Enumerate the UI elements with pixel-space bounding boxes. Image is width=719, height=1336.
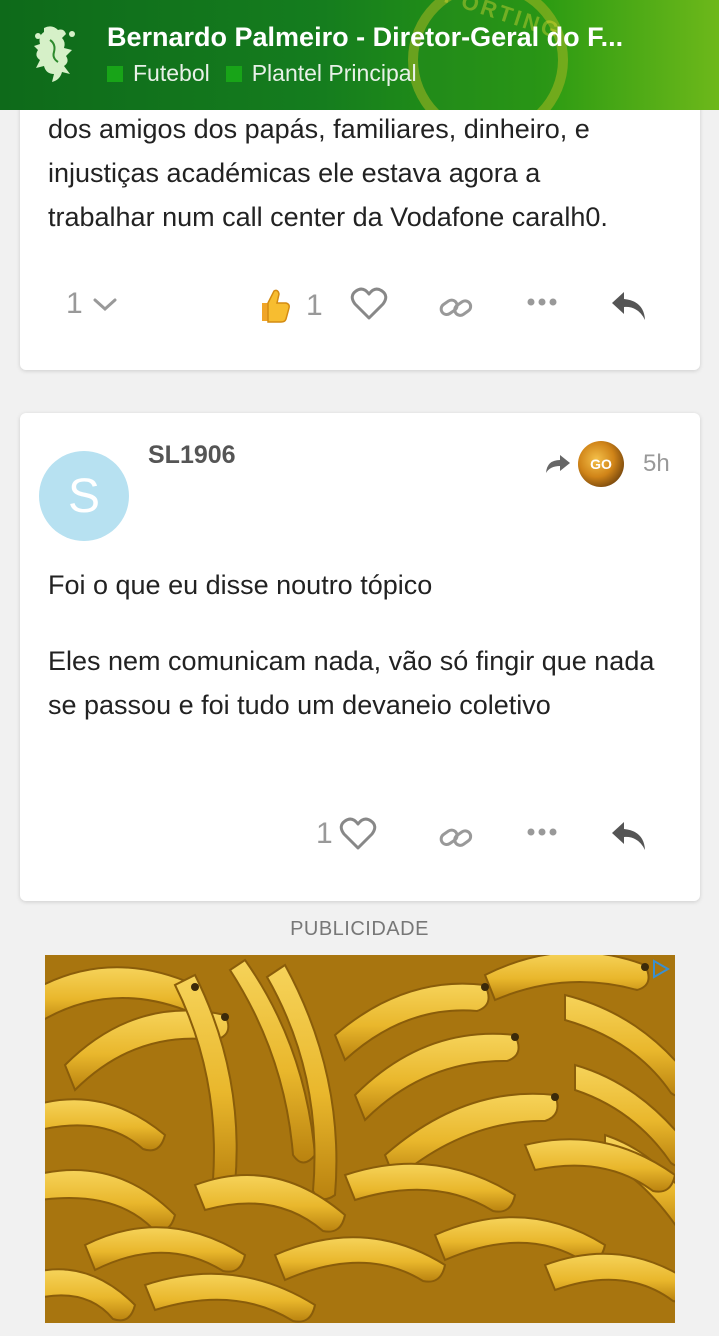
category-futebol[interactable]: Futebol: [107, 60, 210, 87]
link-icon: [439, 828, 473, 847]
like-button[interactable]: 1: [316, 817, 377, 851]
topic-header: SPORTING Bernardo Palmeiro - Diretor-Ger…: [0, 0, 719, 110]
post-line: injustiças académicas ele estava agora a: [48, 158, 541, 188]
lion-logo-icon[interactable]: [24, 22, 86, 88]
replies-toggle[interactable]: 1: [66, 287, 119, 321]
category-label: Futebol: [133, 60, 210, 86]
category-color-square: [107, 65, 123, 82]
post-paragraph: Eles nem comunicam nada, vão só fingir q…: [48, 646, 655, 720]
ad-banner[interactable]: [45, 955, 675, 1323]
category-label: Plantel Principal: [251, 60, 417, 86]
thumbs-up-emoji-icon: [262, 289, 290, 323]
post-body: Foi o que eu disse noutro tópico Eles ne…: [48, 563, 688, 727]
more-options-button[interactable]: [526, 825, 558, 839]
reply-to-indicator[interactable]: GO: [544, 441, 624, 487]
like-count: 1: [316, 817, 333, 850]
category-plantel-principal[interactable]: Plantel Principal: [225, 60, 417, 87]
like-button[interactable]: [350, 287, 388, 321]
bananas-image: [45, 955, 675, 1323]
ellipsis-icon: [527, 298, 557, 306]
category-color-square: [225, 65, 242, 82]
ad-label: PUBLICIDADE: [290, 918, 429, 940]
replies-count: 1: [66, 287, 83, 320]
reaction-count: 1: [306, 289, 323, 322]
ellipsis-icon: [527, 828, 557, 836]
reply-arrow-icon: [612, 292, 645, 320]
link-icon: [439, 298, 473, 317]
post-card: S SL1906 GO 5h Foi o que eu disse noutro…: [20, 413, 700, 901]
reply-to-avatar: GO: [578, 441, 624, 487]
post-actions: 1: [20, 813, 700, 863]
post-actions: 1 1: [20, 283, 700, 333]
more-options-button[interactable]: [526, 295, 558, 309]
reply-button[interactable]: [610, 819, 648, 853]
post-paragraph: Foi o que eu disse noutro tópico: [48, 570, 433, 600]
post-body: dos amigos dos papás, familiares, dinhei…: [48, 107, 688, 239]
chevron-down-icon: [93, 298, 117, 312]
reply-button[interactable]: [610, 289, 648, 323]
reaction-summary[interactable]: 1: [256, 287, 323, 325]
share-link-button[interactable]: [438, 823, 474, 853]
post-line: trabalhar num call center da Vodafone ca…: [48, 202, 608, 232]
heart-icon: [339, 817, 376, 850]
username[interactable]: SL1906: [148, 441, 236, 470]
ad-choices-icon[interactable]: [651, 959, 671, 979]
post-time[interactable]: 5h: [643, 450, 670, 478]
topic-title[interactable]: Bernardo Palmeiro - Diretor-Geral do F..…: [107, 22, 652, 53]
reply-arrow-icon: [612, 822, 645, 850]
share-arrow-icon: [546, 455, 570, 473]
post-line: dos amigos dos papás, familiares, dinhei…: [48, 114, 590, 144]
share-link-button[interactable]: [438, 293, 474, 323]
avatar[interactable]: S: [39, 451, 129, 541]
category-list: Futebol Plantel Principal: [107, 60, 433, 87]
heart-icon: [350, 287, 388, 320]
